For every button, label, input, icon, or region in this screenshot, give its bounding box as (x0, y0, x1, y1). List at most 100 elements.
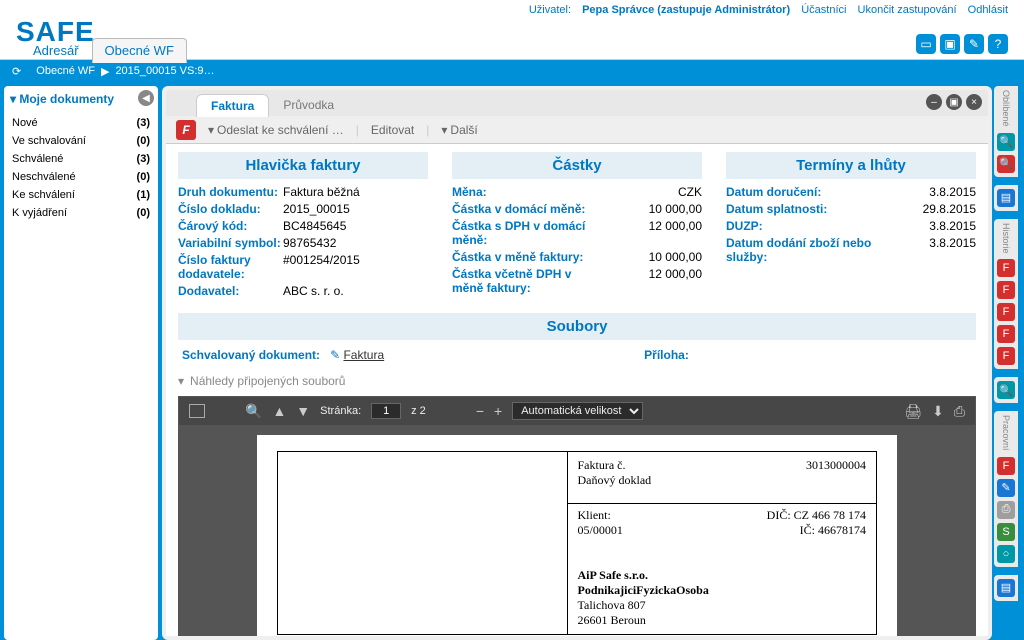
main-area: ◀ ▾ Moje dokumenty Nové(3) Ve schvalován… (0, 82, 1024, 640)
section-hlavicka: Hlavička faktury Druh dokumentu:Faktura … (178, 152, 428, 301)
breadcrumb-root[interactable]: Obecné WF (36, 65, 95, 77)
pdf-viewer: 🔍 ▲ ▼ Stránka: z 2 − + Automatická velik… (178, 396, 976, 636)
user-label: Uživatel: (529, 4, 571, 16)
document-tabs: Faktura Průvodka – ▣ × (166, 90, 988, 116)
document-body: Hlavička faktury Druh dokumentu:Faktura … (166, 144, 988, 636)
user-area: Uživatel: Pepa Správce (zastupuje Admini… (521, 4, 1008, 16)
rail-search3-icon[interactable]: 🔍 (997, 381, 1015, 399)
pdf-page-total: z 2 (411, 405, 426, 417)
sidebar-item-ve-schvalovani[interactable]: Ve schvalování(0) (10, 132, 152, 150)
toolbar-dalsi[interactable]: ▾Další (441, 123, 477, 137)
refresh-icon[interactable]: ⟳ (12, 65, 21, 78)
approved-doc-label: Schvalovaný dokument: (182, 348, 320, 362)
rail-hist-1-icon[interactable]: F (997, 259, 1015, 277)
sidebar-item-ke-schvaleni[interactable]: Ke schválení(1) (10, 186, 152, 204)
document-toolbar: F ▾Odeslat ke schválení … | Editovat | ▾… (166, 116, 988, 144)
tab-adresar[interactable]: Adresář (20, 38, 92, 63)
section-castky: Částky Měna:CZK Částka v domácí měně:10 … (452, 152, 702, 301)
rail-group-oblibene: Oblíbené 🔍 🔍 (994, 86, 1018, 177)
section-terminy-title: Termíny a lhůty (726, 152, 976, 179)
pdf-page-area[interactable]: Faktura č.3013000004 Daňový doklad Klien… (179, 425, 975, 636)
rail-group-historie: Historie F F F F F (994, 219, 1018, 370)
pdf-page-input[interactable] (371, 403, 401, 419)
header-icon-bar: ▭ ▣ ✎ ? (916, 34, 1008, 54)
rail-search2-icon[interactable]: 🔍 (997, 155, 1015, 173)
breadcrumb: ⟳ Obecné WF ▶ 2015_00015 VS:9… (0, 60, 1024, 82)
chevron-right-icon: ▶ (101, 65, 109, 78)
sidebar-item-schvalene[interactable]: Schválené(3) (10, 150, 152, 168)
user-name[interactable]: Pepa Správce (zastupuje Administrátor) (582, 4, 790, 16)
pdf-next-page-icon[interactable]: ▼ (296, 403, 310, 419)
header-icon-2[interactable]: ▣ (940, 34, 960, 54)
center-panel: Faktura Průvodka – ▣ × F ▾Odeslat ke sch… (162, 86, 1020, 640)
rail-work-3-icon[interactable]: ⎙ (997, 501, 1015, 519)
toolbar-odeslat[interactable]: ▾Odeslat ke schválení … (208, 123, 344, 137)
sidebar-item-neschvalene[interactable]: Neschválené(0) (10, 168, 152, 186)
app-header: SAFE Adresář Obecné WF Uživatel: Pepa Sp… (0, 0, 1024, 60)
tab-obecne-wf[interactable]: Obecné WF (92, 38, 187, 63)
rail-search-icon[interactable]: 🔍 (997, 133, 1015, 151)
section-soubory: Soubory Schvalovaný dokument: ✎ Faktura … (178, 313, 976, 636)
rail-hist-3-icon[interactable]: F (997, 303, 1015, 321)
rail-work-4-icon[interactable]: S (997, 523, 1015, 541)
close-icon[interactable]: × (966, 94, 982, 110)
left-sidebar: ◀ ▾ Moje dokumenty Nové(3) Ve schvalován… (4, 86, 158, 640)
pdf-download-icon[interactable]: ⬇ (932, 403, 944, 420)
rail-hist-4-icon[interactable]: F (997, 325, 1015, 343)
link-odhlasit[interactable]: Odhlásit (968, 4, 1008, 16)
section-soubory-title: Soubory (178, 313, 976, 340)
rail-label-oblibene: Oblíbené (1001, 90, 1011, 127)
section-terminy: Termíny a lhůty Datum doručení:3.8.2015 … (726, 152, 976, 301)
rail-doc-icon[interactable]: ▤ (997, 189, 1015, 207)
rail-work-5-icon[interactable]: ○ (997, 545, 1015, 563)
rail-group-4: 🔍 (994, 377, 1018, 403)
rail-bottom-icon[interactable]: ▤ (997, 579, 1015, 597)
rail-label-pracovni: Pracovní (1001, 415, 1011, 451)
pdf-zoom-in-icon[interactable]: + (494, 403, 502, 419)
approved-doc-link[interactable]: Faktura (343, 348, 384, 362)
sidebar-item-k-vyjadreni[interactable]: K vyjádření(0) (10, 204, 152, 222)
pdf-toolbar: 🔍 ▲ ▼ Stránka: z 2 − + Automatická velik… (179, 397, 975, 425)
doc-tab-faktura[interactable]: Faktura (196, 94, 269, 117)
previews-toggle[interactable]: ▾ Náhledy připojených souborů (178, 370, 976, 392)
attachment-label: Příloha: (644, 348, 689, 362)
pdf-page-label: Stránka: (320, 405, 361, 417)
link-ucastnici[interactable]: Účastníci (801, 4, 846, 16)
help-icon[interactable]: ? (988, 34, 1008, 54)
pdf-page: Faktura č.3013000004 Daňový doklad Klien… (257, 435, 897, 636)
section-castky-title: Částky (452, 152, 702, 179)
rail-work-1-icon[interactable]: F (997, 457, 1015, 475)
pdf-sidebar-toggle-icon[interactable] (189, 404, 205, 418)
rail-group-2: ▤ (994, 185, 1018, 211)
rail-work-2-icon[interactable]: ✎ (997, 479, 1015, 497)
pdf-find-icon[interactable]: 🔍 (245, 403, 262, 420)
breadcrumb-item[interactable]: 2015_00015 VS:9… (115, 65, 214, 77)
collapse-sidebar-icon[interactable]: ◀ (138, 90, 154, 106)
pdf-tools-icon[interactable]: ⎙ (954, 403, 965, 420)
section-hlavicka-title: Hlavička faktury (178, 152, 428, 179)
right-rail: Oblíbené 🔍 🔍 ▤ Historie F F F F F 🔍 Prac… (992, 86, 1020, 640)
invoice-type-icon: F (176, 120, 196, 140)
maximize-icon[interactable]: ▣ (946, 94, 962, 110)
pdf-zoom-out-icon[interactable]: − (476, 403, 484, 419)
minimize-icon[interactable]: – (926, 94, 942, 110)
doc-tab-pruvodka[interactable]: Průvodka (269, 94, 348, 116)
link-ukoncit-zastupovani[interactable]: Ukončit zastupování (858, 4, 957, 16)
rail-hist-2-icon[interactable]: F (997, 281, 1015, 299)
primary-tabs: Adresář Obecné WF (20, 38, 187, 63)
rail-label-historie: Historie (1001, 223, 1011, 254)
pdf-zoom-select[interactable]: Automatická velikost (512, 402, 643, 420)
pdf-print-icon[interactable]: 🖨 (904, 403, 922, 420)
document-window: Faktura Průvodka – ▣ × F ▾Odeslat ke sch… (162, 86, 992, 640)
sidebar-item-nove[interactable]: Nové(3) (10, 114, 152, 132)
rail-group-6: ▤ (994, 575, 1018, 601)
attachment-icon: ✎ (330, 348, 340, 362)
header-icon-1[interactable]: ▭ (916, 34, 936, 54)
sidebar-title: Moje dokumenty (19, 92, 114, 106)
chevron-down-icon: ▾ (178, 374, 184, 388)
rail-hist-5-icon[interactable]: F (997, 347, 1015, 365)
rail-group-pracovni: Pracovní F ✎ ⎙ S ○ (994, 411, 1018, 567)
pdf-prev-page-icon[interactable]: ▲ (272, 403, 286, 419)
header-icon-3[interactable]: ✎ (964, 34, 984, 54)
toolbar-editovat[interactable]: Editovat (371, 123, 414, 137)
